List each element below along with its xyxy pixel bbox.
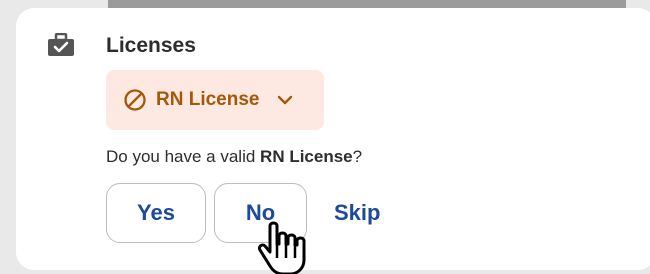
- section-title: Licenses: [106, 34, 196, 57]
- prohibited-icon: [124, 89, 146, 111]
- skip-button[interactable]: Skip: [334, 198, 380, 228]
- question-suffix: ?: [352, 147, 363, 166]
- top-divider-strip: [108, 0, 626, 8]
- yes-button[interactable]: Yes: [106, 183, 206, 243]
- rn-license-chip[interactable]: RN License: [106, 70, 324, 130]
- chip-label: RN License: [156, 89, 260, 110]
- question-prefix: Do you have a valid: [106, 147, 261, 166]
- chevron-down-icon: [278, 95, 293, 105]
- license-question: Do you have a valid RN License?: [106, 146, 362, 168]
- no-button[interactable]: No: [214, 183, 307, 243]
- briefcase-check-icon: [48, 33, 74, 56]
- question-highlight: RN License: [260, 147, 353, 166]
